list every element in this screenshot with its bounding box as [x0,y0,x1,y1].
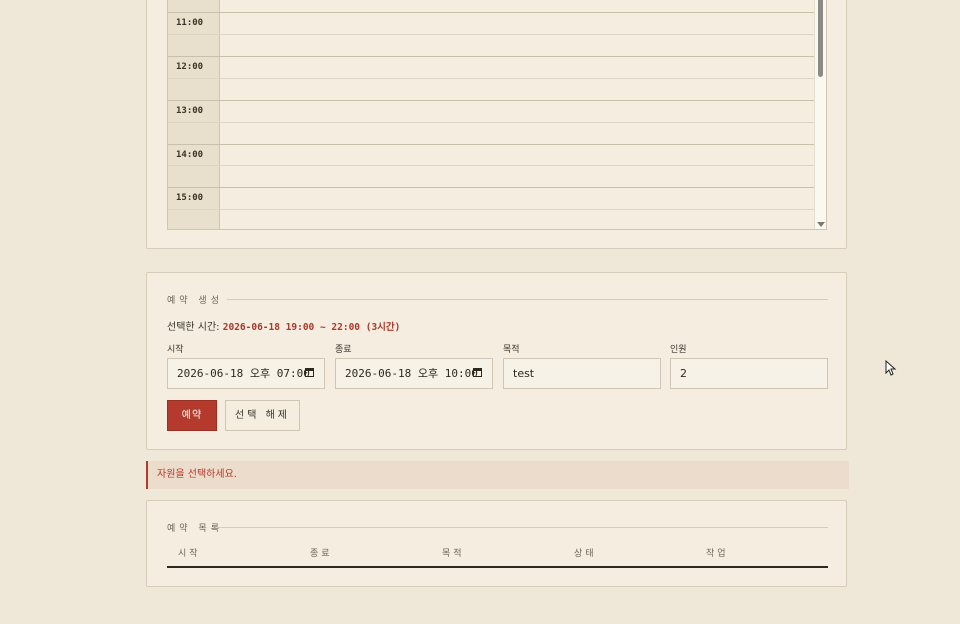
mouse-cursor-icon [885,360,897,376]
start-label: 시작 [167,345,184,355]
reserve-button[interactable]: 예약 [167,400,217,431]
table-header-divider [167,566,828,568]
people-input[interactable]: 2 [670,358,828,389]
purpose-input[interactable]: test [503,358,661,389]
calendar-icon[interactable] [473,368,482,377]
purpose-label: 목적 [503,345,520,355]
legend-divider [217,527,828,528]
hour-label: 14:00 [176,150,204,160]
selected-time-label: 선택한 시간: [167,322,220,333]
half-hour-line [168,209,816,210]
reservation-form-card: 예약 생성 선택한 시간: 2026-06-18 19:00 ~ 22:00 (… [146,272,847,450]
schedule-card: 11:00 12:00 13:00 14:00 15:00 [146,0,847,249]
start-datetime-input[interactable]: 2026-06-18 오후 07:00 [167,358,325,389]
schedule-scrollbar[interactable] [814,0,826,229]
scroll-down-arrow-icon[interactable] [817,222,825,227]
end-datetime-input[interactable]: 2026-06-18 오후 10:00 [335,358,493,389]
start-datetime-value: 2026-06-18 오후 07:00 [177,367,310,380]
legend-divider [227,299,828,300]
half-hour-line [168,78,816,79]
calendar-icon[interactable] [305,368,314,377]
form-legend: 예약 생성 [167,296,223,306]
hour-line [168,56,816,57]
half-hour-line [168,122,816,123]
error-message: 자원을 선택하세요. [157,469,237,480]
column-header-purpose: 목적 [442,549,465,559]
column-header-status: 상태 [574,549,597,559]
scrollbar-thumb[interactable] [818,0,823,77]
column-header-start: 시작 [178,549,201,559]
hour-line [168,144,816,145]
schedule-grid[interactable]: 11:00 12:00 13:00 14:00 15:00 [167,0,827,230]
hour-label: 13:00 [176,106,204,116]
hour-label: 11:00 [176,18,204,28]
error-alert: 자원을 선택하세요. [146,461,849,489]
half-hour-line [168,34,816,35]
column-header-action: 작업 [706,549,729,559]
people-label: 인원 [670,345,687,355]
column-header-end: 종료 [310,549,333,559]
selected-time: 선택한 시간: 2026-06-18 19:00 ~ 22:00 (3시간) [167,318,400,333]
selected-time-value: 2026-06-18 19:00 ~ 22:00 (3시간) [222,322,401,333]
hour-label: 15:00 [176,193,204,203]
hour-line [168,187,816,188]
hour-line [168,12,816,13]
end-datetime-value: 2026-06-18 오후 10:00 [345,367,478,380]
hour-label: 12:00 [176,62,204,72]
people-value: 2 [680,367,687,380]
end-label: 종료 [335,345,352,355]
purpose-value: test [513,367,535,380]
reservation-list-card: 예약 목록 시작 종료 목적 상태 작업 [146,500,847,587]
clear-selection-button[interactable]: 선택 해제 [225,400,300,431]
half-hour-line [168,165,816,166]
hour-line [168,100,816,101]
list-legend: 예약 목록 [167,524,223,534]
